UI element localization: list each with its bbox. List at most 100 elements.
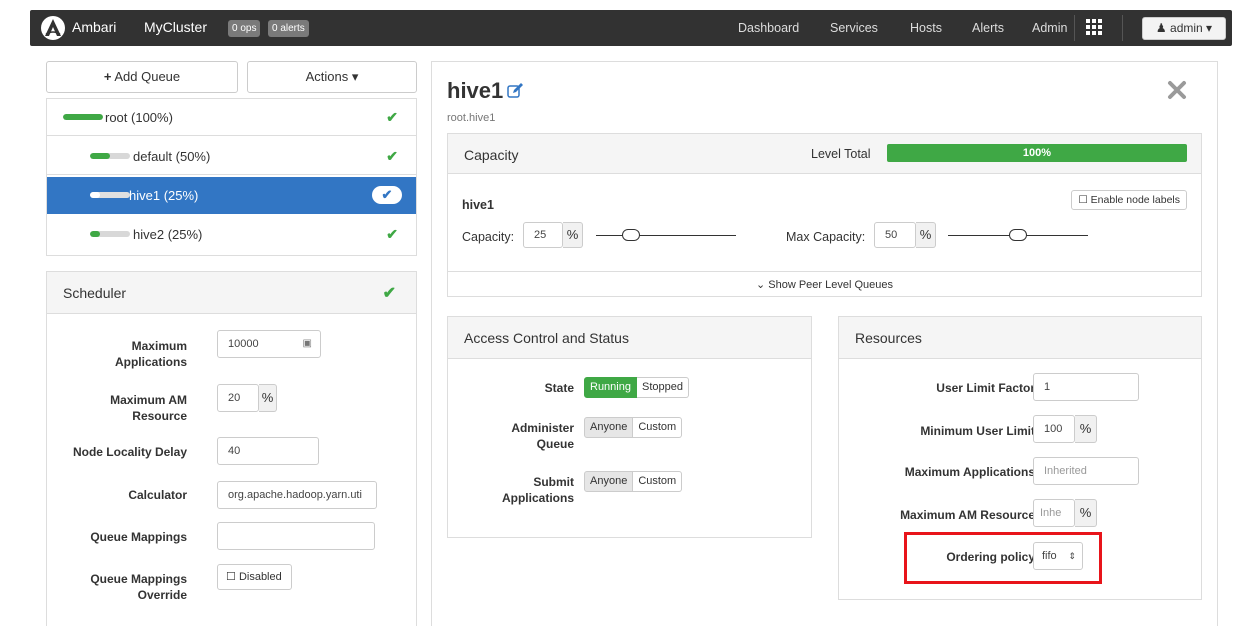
maximum-am-resource-input[interactable]: Inhe xyxy=(1033,499,1075,527)
calculator-input[interactable]: org.apache.hadoop.yarn.uti xyxy=(217,481,377,509)
max-capacity-label: Max Capacity: xyxy=(786,230,866,244)
actions-label: Actions xyxy=(305,69,349,84)
max-capacity-input[interactable]: 50 xyxy=(874,222,916,248)
capacity-panel: Capacity Level Total 100% ☐ Enable node … xyxy=(447,133,1202,297)
max-am-resource-input[interactable]: 20 xyxy=(217,384,259,412)
submit-applications-label: Submit Applications xyxy=(501,475,574,505)
nav-alerts[interactable]: Alerts xyxy=(972,21,1004,35)
edit-icon[interactable] xyxy=(507,83,523,99)
user-limit-factor-label: User Limit Factor xyxy=(936,381,1035,395)
state-running-option[interactable]: Running xyxy=(584,377,637,398)
percent-addon: % xyxy=(563,222,583,248)
administer-custom-option[interactable]: Custom xyxy=(633,417,683,438)
check-icon: ✔ xyxy=(386,148,398,164)
percent-addon: % xyxy=(1075,499,1097,527)
nav-services[interactable]: Services xyxy=(830,21,878,35)
ambari-logo-icon[interactable] xyxy=(40,15,66,41)
check-icon: ✔ xyxy=(386,109,398,125)
state-toggle[interactable]: Running Stopped xyxy=(584,377,689,398)
scheduler-panel: Scheduler ✔ Maximum Applications 10000 ▣… xyxy=(46,271,417,626)
user-menu-button[interactable]: ♟ admin ▾ xyxy=(1142,17,1226,40)
queue-mappings-label: Queue Mappings xyxy=(90,530,187,544)
check-icon: ✔ xyxy=(386,226,398,242)
queue-capacity-bar xyxy=(90,231,130,237)
spinner-icon[interactable]: ▣ xyxy=(303,331,312,357)
administer-queue-toggle[interactable]: Anyone Custom xyxy=(584,417,683,438)
level-total-label: Level Total xyxy=(811,147,871,161)
max-applications-input[interactable]: 10000 ▣ xyxy=(217,330,321,358)
scheduler-title: Scheduler xyxy=(63,285,127,301)
nav-divider xyxy=(1122,15,1123,41)
capacity-slider-track[interactable] xyxy=(596,235,736,236)
maximum-applications-input[interactable]: Inherited xyxy=(1033,457,1139,485)
administer-anyone-option[interactable]: Anyone xyxy=(584,417,634,438)
minimum-user-limit-input[interactable]: 100 xyxy=(1033,415,1075,443)
ops-badge[interactable]: 0 ops xyxy=(228,20,261,37)
add-queue-button[interactable]: + Add Queue xyxy=(46,61,238,93)
queue-mappings-override-label: Queue Mappings Override xyxy=(90,572,187,602)
queue-label: default (50%) xyxy=(133,149,211,164)
capacity-input[interactable]: 25 xyxy=(523,222,563,248)
user-icon: ♟ xyxy=(1155,21,1167,35)
level-total-progress-bar: 100% xyxy=(887,144,1187,162)
queue-label: hive1 (25%) xyxy=(129,188,199,203)
percent-addon: % xyxy=(1075,415,1097,443)
nav-admin[interactable]: Admin xyxy=(1032,21,1067,35)
nav-dashboard[interactable]: Dashboard xyxy=(738,21,799,35)
queue-mappings-input[interactable] xyxy=(217,522,375,550)
max-capacity-slider-thumb[interactable] xyxy=(1009,229,1027,241)
queue-capacity-bar xyxy=(90,192,130,198)
enable-node-labels-checkbox[interactable]: ☐ Enable node labels xyxy=(1071,190,1187,210)
percent-addon: % xyxy=(259,384,277,412)
submit-anyone-option[interactable]: Anyone xyxy=(584,471,634,492)
queue-row-root[interactable]: root (100%) ✔ xyxy=(47,99,416,136)
capacity-queue-name: hive1 xyxy=(462,198,494,212)
plus-icon: + xyxy=(103,69,112,84)
enable-node-labels-label: Enable node labels xyxy=(1090,194,1180,206)
minimum-user-limit-label: Minimum User Limit xyxy=(920,424,1035,438)
close-icon[interactable] xyxy=(1167,80,1187,100)
queue-capacity-bar xyxy=(90,153,130,159)
capacity-title: Capacity xyxy=(464,147,519,163)
access-control-title: Access Control and Status xyxy=(464,330,629,346)
max-applications-value: 10000 xyxy=(228,338,259,350)
chevron-down-icon: ⌄ xyxy=(755,279,766,291)
capacity-header: Capacity Level Total 100% xyxy=(448,134,1201,174)
queue-title: hive1 xyxy=(447,78,504,103)
override-label: Disabled xyxy=(238,571,282,583)
state-label: State xyxy=(544,381,574,395)
queue-mappings-override-toggle[interactable]: ☐ Disabled xyxy=(217,564,292,590)
peer-link-label: Show Peer Level Queues xyxy=(768,279,894,291)
state-stopped-option[interactable]: Stopped xyxy=(636,377,689,398)
queue-row-default[interactable]: default (50%) ✔ xyxy=(47,138,416,175)
navbar: Ambari MyCluster 0 ops 0 alerts Dashboar… xyxy=(30,10,1232,46)
percent-addon: % xyxy=(916,222,936,248)
max-applications-label: Maximum Applications xyxy=(114,339,187,369)
show-peer-level-queues-link[interactable]: ⌄ Show Peer Level Queues xyxy=(448,271,1201,297)
add-queue-label: Add Queue xyxy=(114,69,181,84)
checkbox-icon: ☐ xyxy=(226,571,236,583)
caret-down-icon: ▾ xyxy=(1206,21,1213,35)
nav-hosts[interactable]: Hosts xyxy=(910,21,942,35)
queue-label: hive2 (25%) xyxy=(133,227,203,242)
user-limit-factor-input[interactable]: 1 xyxy=(1033,373,1139,401)
node-locality-delay-input[interactable]: 40 xyxy=(217,437,319,465)
apps-grid-icon[interactable] xyxy=(1085,18,1103,36)
capacity-slider-thumb[interactable] xyxy=(622,229,640,241)
access-control-panel: Access Control and Status State Running … xyxy=(447,316,812,538)
maximum-applications-label: Maximum Applications xyxy=(904,465,1035,479)
queue-row-hive2[interactable]: hive2 (25%) ✔ xyxy=(47,216,416,253)
scheduler-header: Scheduler ✔ xyxy=(47,272,416,314)
brand-name[interactable]: Ambari xyxy=(72,19,116,35)
check-icon: ✔ xyxy=(382,285,396,302)
actions-dropdown[interactable]: Actions ▾ xyxy=(247,61,417,93)
administer-queue-label: Administer Queue xyxy=(511,421,574,451)
submit-applications-toggle[interactable]: Anyone Custom xyxy=(584,471,683,492)
queue-row-hive1[interactable]: hive1 (25%) ✔ xyxy=(47,177,416,214)
submit-custom-option[interactable]: Custom xyxy=(633,471,683,492)
alerts-badge[interactable]: 0 alerts xyxy=(268,20,309,37)
queue-label: root (100%) xyxy=(105,110,173,125)
queue-path: root.hive1 xyxy=(447,112,496,124)
cluster-name[interactable]: MyCluster xyxy=(144,19,207,35)
top-bar: Ambari MyCluster 0 ops 0 alerts Dashboar… xyxy=(0,0,1245,52)
